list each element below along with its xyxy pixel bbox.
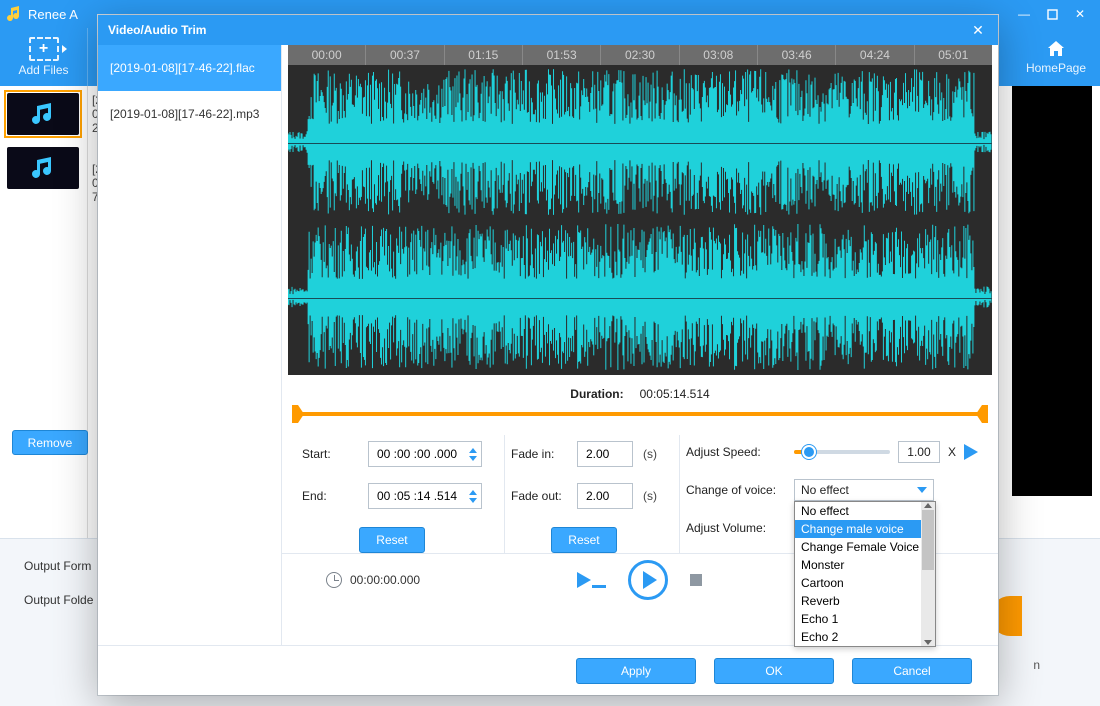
start-time-input[interactable] [368, 441, 482, 467]
maximize-button[interactable] [1038, 4, 1066, 24]
remove-button[interactable]: Remove [12, 430, 88, 455]
preview-speed-button[interactable] [964, 444, 978, 460]
home-icon [1046, 39, 1066, 59]
ok-button[interactable]: OK [714, 658, 834, 684]
audio-thumb-icon [7, 147, 79, 189]
add-files-label: Add Files [18, 63, 68, 77]
start-label: Start: [302, 447, 360, 461]
output-format-label: Output Form [24, 559, 91, 573]
dialog-title: Video/Audio Trim [108, 23, 206, 37]
controls-area: Start: End: Reset Fade in: (s) Fade out: [282, 431, 998, 553]
voice-dropdown: No effectChange male voiceChange Female … [794, 501, 936, 647]
stop-button[interactable] [690, 574, 702, 586]
minimize-button[interactable]: — [1010, 4, 1038, 24]
file-thumb[interactable] [4, 90, 82, 138]
trim-range-bar[interactable] [292, 405, 988, 423]
editor-pane: 00:0000:3701:15 01:5302:3003:08 03:4604:… [282, 45, 998, 645]
play-icon [643, 571, 657, 589]
waveform-channel-right [288, 220, 992, 375]
trim-handle-end[interactable] [982, 405, 988, 423]
app-icon [6, 6, 22, 22]
track-item[interactable]: [2019-01-08][17-46-22].flac [98, 45, 281, 91]
play-button[interactable] [628, 560, 668, 600]
speed-slider[interactable] [794, 450, 890, 454]
waveform-channel-left [288, 65, 992, 220]
dialog-titlebar: Video/Audio Trim ✕ [98, 15, 998, 45]
voice-option[interactable]: No effect [795, 502, 935, 520]
add-files-icon [29, 37, 59, 61]
speed-x-label: X [948, 445, 956, 459]
volume-label: Adjust Volume: [686, 521, 786, 535]
preview-pane [1012, 86, 1092, 496]
speed-value-input[interactable]: 1.00 [898, 441, 940, 463]
playhead-time: 00:00:00.000 [326, 572, 420, 588]
voice-select[interactable]: No effect No effectChange male voiceChan… [794, 479, 934, 501]
track-list: [2019-01-08][17-46-22].flac [2019-01-08]… [98, 45, 282, 645]
end-time-input[interactable] [368, 483, 482, 509]
track-item[interactable]: [2019-01-08][17-46-22].mp3 [98, 91, 281, 137]
fadein-input[interactable] [577, 441, 633, 467]
voice-option[interactable]: Change Female Voice [795, 538, 935, 556]
dropdown-scrollbar[interactable] [921, 502, 935, 646]
chevron-down-icon [917, 487, 927, 493]
homepage-button[interactable]: HomePage [1012, 28, 1100, 86]
skip-button[interactable] [577, 572, 606, 588]
fadein-label: Fade in: [511, 447, 569, 461]
voice-option[interactable]: Cartoon [795, 574, 935, 592]
end-label: End: [302, 489, 360, 503]
voice-option[interactable]: Echo 1 [795, 610, 935, 628]
truncated-text: n [1033, 658, 1040, 672]
clock-icon [326, 572, 342, 588]
add-files-button[interactable]: Add Files [0, 28, 88, 86]
homepage-label: HomePage [1026, 61, 1086, 75]
audio-thumb-icon [7, 93, 79, 135]
seconds-unit: (s) [643, 447, 657, 461]
voice-option[interactable]: Reverb [795, 592, 935, 610]
close-button[interactable]: ✕ [1066, 4, 1094, 24]
trim-dialog: Video/Audio Trim ✕ [2019-01-08][17-46-22… [98, 15, 998, 695]
voice-label: Change of voice: [686, 483, 786, 497]
file-thumb[interactable] [4, 144, 82, 192]
time-ruler[interactable]: 00:0000:3701:15 01:5302:3003:08 03:4604:… [288, 45, 992, 65]
speed-label: Adjust Speed: [686, 445, 786, 459]
reset-time-button[interactable]: Reset [359, 527, 425, 553]
dialog-close-button[interactable]: ✕ [968, 22, 988, 39]
dialog-footer: Apply OK Cancel [98, 645, 998, 695]
voice-option[interactable]: Echo 2 [795, 628, 935, 646]
fadeout-input[interactable] [577, 483, 633, 509]
output-folder-label: Output Folde [24, 593, 93, 607]
fadeout-label: Fade out: [511, 489, 569, 503]
waveform-display[interactable] [288, 65, 992, 375]
apply-button[interactable]: Apply [576, 658, 696, 684]
reset-fade-button[interactable]: Reset [551, 527, 617, 553]
voice-option[interactable]: Change male voice [795, 520, 935, 538]
voice-option[interactable]: Monster [795, 556, 935, 574]
duration-readout: Duration:00:05:14.514 [282, 375, 998, 405]
cancel-button[interactable]: Cancel [852, 658, 972, 684]
trim-handle-start[interactable] [292, 405, 298, 423]
seconds-unit: (s) [643, 489, 657, 503]
